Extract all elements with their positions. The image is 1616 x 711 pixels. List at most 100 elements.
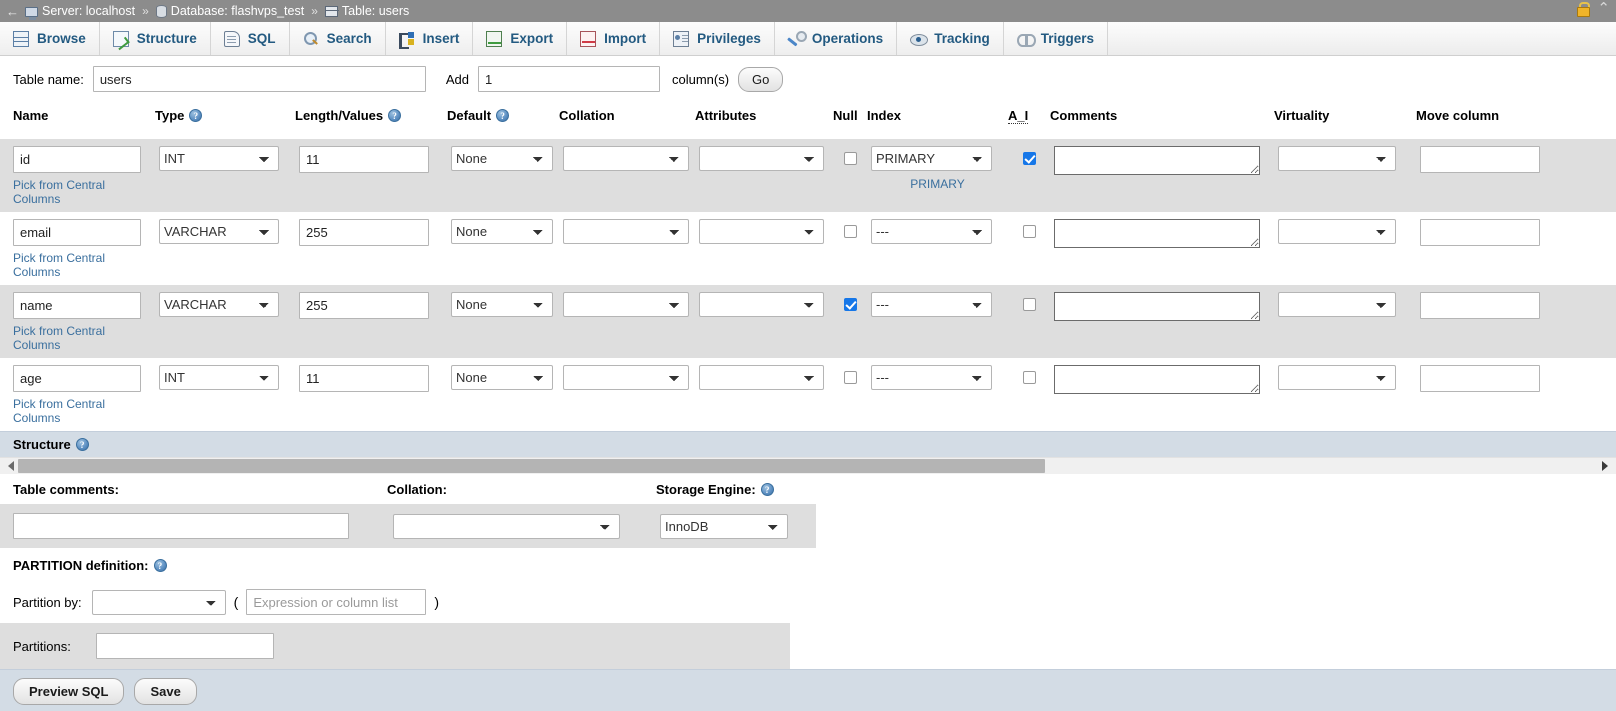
- help-icon-partition[interactable]: ?: [153, 559, 167, 572]
- tab-triggers[interactable]: Triggers: [1003, 22, 1108, 55]
- column-auto-increment-checkbox[interactable]: [1022, 298, 1036, 311]
- column-index-select[interactable]: PRIMARY: [871, 146, 992, 171]
- column-name-input[interactable]: [13, 146, 141, 173]
- partitions-input[interactable]: [95, 633, 274, 659]
- column-virtuality-select[interactable]: [1278, 365, 1396, 390]
- tab-import[interactable]: Import: [567, 22, 661, 55]
- help-icon-type[interactable]: ?: [189, 109, 203, 122]
- horizontal-scrollbar[interactable]: [0, 457, 1616, 474]
- column-attributes-select[interactable]: [699, 365, 824, 390]
- help-icon-storage-engine[interactable]: ?: [760, 483, 774, 496]
- column-comments-textarea[interactable]: [1054, 146, 1260, 175]
- column-type-select[interactable]: VARCHAR: [159, 219, 279, 244]
- column-type-select[interactable]: INT: [159, 146, 279, 171]
- breadcrumb-item-server[interactable]: Server: localhost: [25, 4, 135, 20]
- column-index-select[interactable]: ---: [871, 292, 992, 317]
- column-auto-increment-checkbox[interactable]: [1022, 152, 1036, 165]
- pick-from-central-columns-link[interactable]: Pick from Central Columns: [13, 178, 151, 206]
- preview-sql-button[interactable]: Preview SQL: [13, 678, 125, 705]
- column-virtuality-select[interactable]: [1278, 219, 1396, 244]
- column-move-input[interactable]: [1420, 292, 1540, 319]
- pick-from-central-columns-link[interactable]: Pick from Central Columns: [13, 397, 151, 425]
- back-button[interactable]: ←: [4, 5, 25, 18]
- column-default-select[interactable]: None: [451, 219, 553, 244]
- column-type-select[interactable]: INT: [159, 365, 279, 390]
- column-null-checkbox[interactable]: [843, 298, 857, 311]
- help-icon-length[interactable]: ?: [388, 109, 402, 122]
- tab-browse[interactable]: Browse: [0, 22, 100, 55]
- column-default-select[interactable]: None: [451, 146, 553, 171]
- header-type: Type?: [155, 102, 295, 139]
- column-default-select[interactable]: None: [451, 292, 553, 317]
- tab-structure[interactable]: Structure: [99, 22, 211, 55]
- breadcrumb-separator: »: [142, 4, 149, 18]
- tab-insert[interactable]: Insert: [385, 22, 474, 55]
- column-comments-textarea[interactable]: [1054, 292, 1260, 321]
- scroll-right-arrow-icon[interactable]: [1602, 461, 1608, 471]
- column-length-input[interactable]: [299, 365, 429, 392]
- save-button[interactable]: Save: [134, 678, 197, 705]
- column-index-select[interactable]: ---: [871, 219, 992, 244]
- partition-by-select[interactable]: [91, 589, 226, 615]
- lock-icon[interactable]: [1577, 2, 1591, 17]
- column-name-input[interactable]: [13, 219, 141, 246]
- cell-attributes: [695, 358, 833, 431]
- table-name-input[interactable]: [92, 66, 426, 92]
- table-collation-select[interactable]: [393, 513, 620, 539]
- column-null-checkbox[interactable]: [843, 225, 857, 238]
- column-attributes-select[interactable]: [699, 219, 824, 244]
- column-move-input[interactable]: [1420, 365, 1540, 392]
- cell-collation: [559, 358, 695, 431]
- column-auto-increment-checkbox[interactable]: [1022, 371, 1036, 384]
- column-move-input[interactable]: [1420, 219, 1540, 246]
- go-button[interactable]: Go: [738, 66, 784, 92]
- column-attributes-select[interactable]: [699, 292, 824, 317]
- column-collation-select[interactable]: [563, 146, 689, 171]
- column-default-select[interactable]: None: [451, 365, 553, 390]
- tab-export[interactable]: Export: [473, 22, 568, 55]
- add-column-count-input[interactable]: [477, 66, 660, 92]
- column-index-select[interactable]: ---: [871, 365, 992, 390]
- column-type-select[interactable]: VARCHAR: [159, 292, 279, 317]
- table-comments-input[interactable]: [13, 513, 349, 539]
- cell-type: INT: [155, 358, 295, 431]
- column-null-checkbox[interactable]: [843, 152, 857, 165]
- index-name-note[interactable]: PRIMARY: [871, 177, 1004, 191]
- column-length-input[interactable]: [299, 146, 429, 173]
- column-name-input[interactable]: [13, 292, 141, 319]
- scroll-left-arrow-icon[interactable]: [8, 461, 14, 471]
- column-virtuality-select[interactable]: [1278, 292, 1396, 317]
- help-icon-default[interactable]: ?: [496, 109, 510, 122]
- column-length-input[interactable]: [299, 292, 429, 319]
- help-icon-structure[interactable]: ?: [75, 438, 89, 451]
- pick-from-central-columns-link[interactable]: Pick from Central Columns: [13, 251, 151, 279]
- column-comments-textarea[interactable]: [1054, 219, 1260, 248]
- column-auto-increment-checkbox[interactable]: [1022, 225, 1036, 238]
- column-definition-grid: Name Type? Length/Values? Default? Colla…: [0, 102, 1616, 431]
- table-name-row: Table name: Add column(s) Go: [0, 56, 1616, 102]
- tab-search[interactable]: Search: [289, 22, 386, 55]
- breadcrumb-item-table[interactable]: Table: users: [324, 4, 409, 18]
- breadcrumb-item-database[interactable]: Database: flashvps_test: [155, 4, 304, 18]
- column-move-input[interactable]: [1420, 146, 1540, 173]
- column-comments-textarea[interactable]: [1054, 365, 1260, 394]
- column-attributes-select[interactable]: [699, 146, 824, 171]
- column-name-input[interactable]: [13, 365, 141, 392]
- tab-operations-label: Operations: [811, 31, 884, 46]
- column-collation-select[interactable]: [563, 292, 689, 317]
- tab-tracking[interactable]: Tracking: [897, 22, 1004, 55]
- scrollbar-thumb[interactable]: [18, 459, 1045, 473]
- column-length-input[interactable]: [299, 219, 429, 246]
- storage-engine-select[interactable]: InnoDB: [660, 513, 788, 539]
- column-virtuality-select[interactable]: [1278, 146, 1396, 171]
- collapse-up-icon[interactable]: ⌃: [1597, 1, 1610, 16]
- column-null-checkbox[interactable]: [843, 371, 857, 384]
- column-collation-select[interactable]: [563, 219, 689, 244]
- tab-privileges[interactable]: Privileges: [660, 22, 775, 55]
- tab-sql[interactable]: SQL: [210, 22, 290, 55]
- tab-tracking-label: Tracking: [934, 31, 990, 46]
- partition-expression-input[interactable]: [246, 589, 427, 615]
- pick-from-central-columns-link[interactable]: Pick from Central Columns: [13, 324, 151, 352]
- tab-operations[interactable]: Operations: [774, 22, 898, 55]
- column-collation-select[interactable]: [563, 365, 689, 390]
